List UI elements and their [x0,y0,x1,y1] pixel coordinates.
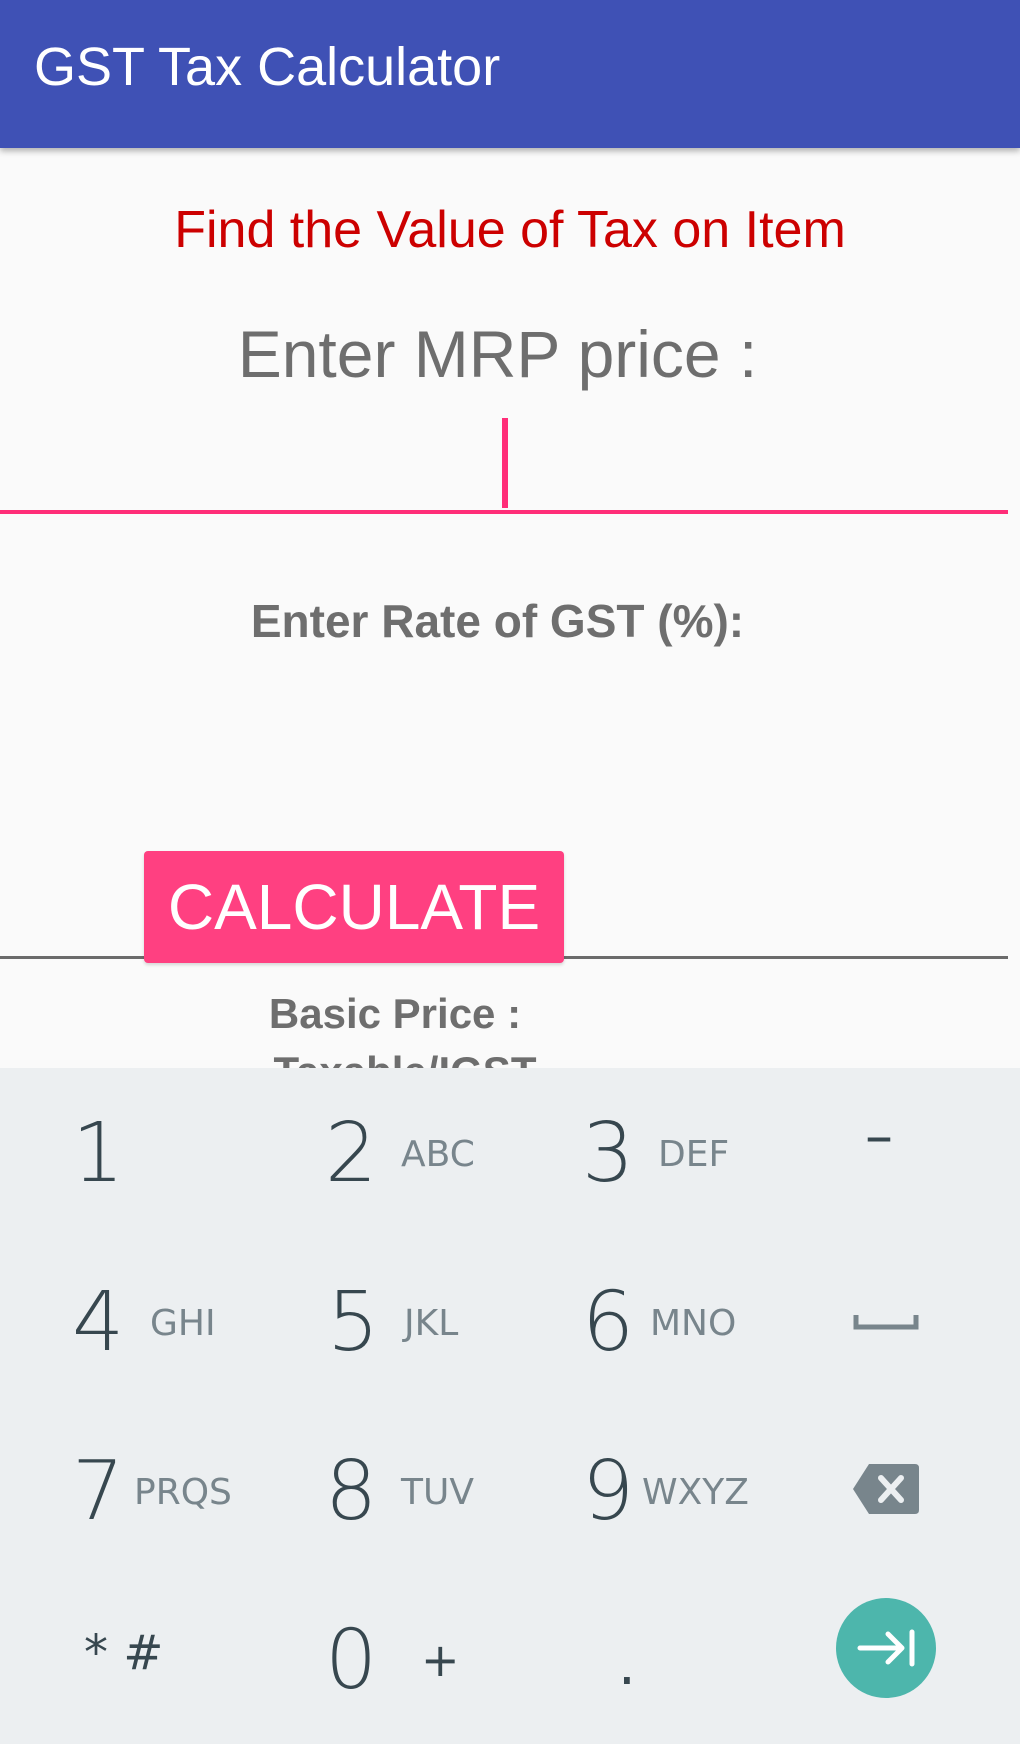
key-letters: MNO [650,1303,737,1344]
gst-rate-input[interactable] [0,668,1008,959]
key-6[interactable]: 6 MNO [510,1237,765,1406]
key-digit: 0 [325,1613,378,1708]
form-heading: Find the Value of Tax on Item [174,201,846,259]
text-cursor [502,418,508,508]
key-3[interactable]: 3 DEF [510,1068,765,1237]
key-digit: 5 [327,1275,380,1370]
mrp-input-underline [0,510,1008,514]
minus-icon: – [865,1104,893,1169]
key-8[interactable]: 8 TUV [255,1406,510,1575]
taxable-igst-label: Taxable/IGST [0,1048,810,1068]
key-9[interactable]: 9 WXYZ [510,1406,765,1575]
backspace-icon [853,1464,919,1514]
key-digit: 6 [582,1275,635,1370]
key-letters: WXYZ [642,1472,749,1513]
key-letters: GHI [150,1303,216,1344]
key-2[interactable]: 2 ABC [255,1068,510,1237]
key-digit: 7 [72,1444,125,1539]
next-field-button[interactable] [836,1598,936,1698]
app-bar: GST Tax Calculator [0,0,1020,148]
key-4[interactable]: 4 GHI [0,1237,255,1406]
gst-rate-label: Enter Rate of GST (%): [250,595,745,647]
space-icon [853,1315,919,1330]
next-field-icon [857,1629,915,1667]
key-digit: 2 [325,1106,378,1201]
key-decimal-label: . [618,1633,636,1698]
app-title: GST Tax Calculator [34,37,501,97]
key-symbol-label: * # [84,1625,164,1681]
mrp-price-label: Enter MRP price : [237,317,758,391]
key-digit: 3 [582,1106,635,1201]
key-digit: 1 [72,1106,125,1201]
key-0[interactable]: 0 + [255,1575,510,1744]
key-symbols[interactable]: * # [0,1575,255,1744]
calculate-button[interactable]: CALCULATE [144,851,564,963]
key-digit: 8 [325,1444,378,1539]
key-1[interactable]: 1 [0,1068,255,1237]
key-5[interactable]: 5 JKL [255,1237,510,1406]
key-plus-label: + [421,1633,460,1687]
key-backspace[interactable] [765,1406,1020,1575]
key-digit: 9 [582,1444,635,1539]
calculator-form: Find the Value of Tax on Item Enter MRP … [0,148,1020,1068]
key-letters: JKL [404,1303,459,1344]
key-digit: 4 [72,1275,125,1370]
key-decimal[interactable]: . [510,1575,765,1744]
basic-price-label: Basic Price : [268,990,522,1037]
key-space[interactable] [765,1237,1020,1406]
key-letters: TUV [401,1472,474,1513]
key-letters: ABC [401,1134,475,1175]
key-letters: PRQS [134,1472,232,1513]
key-letters: DEF [658,1134,730,1175]
numeric-keyboard: 1 2 ABC 3 DEF – 4 GHI 5 JKL 6 MNO 7 PRQS… [0,1068,1020,1744]
key-minus[interactable]: – [765,1068,1020,1237]
key-7[interactable]: 7 PRQS [0,1406,255,1575]
